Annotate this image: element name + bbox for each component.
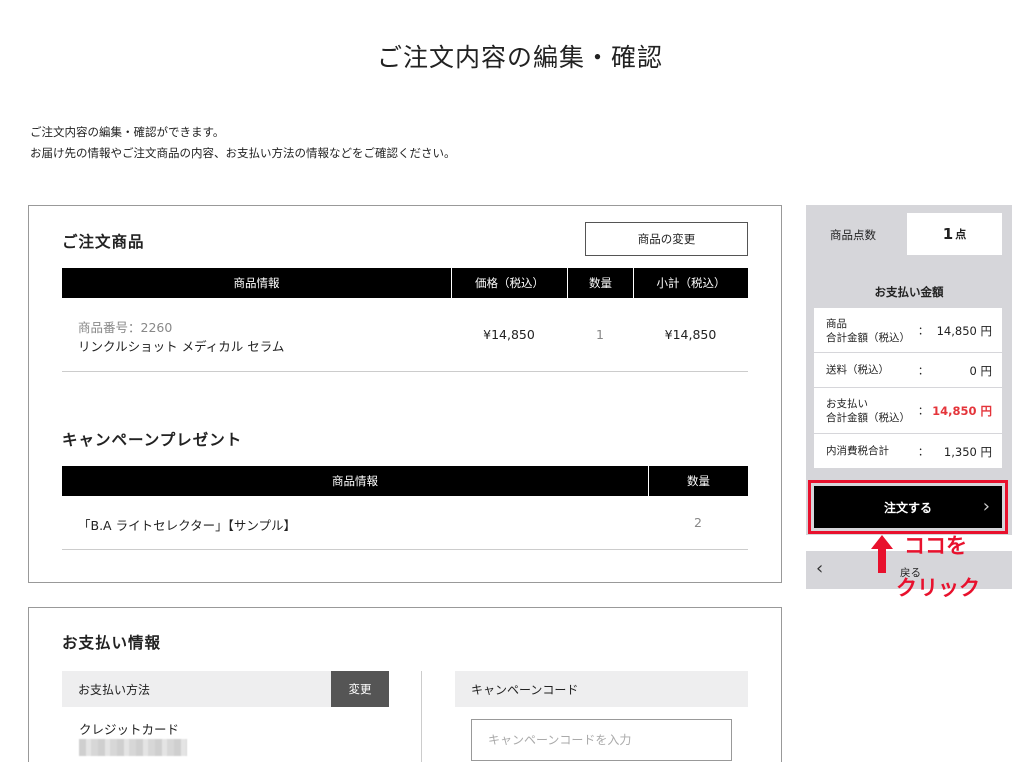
summary-colon: ： xyxy=(918,365,929,377)
order-items-panel: ご注文商品 商品の変更 商品情報 価格（税込） 数量 小計（税込） 商品番号：2… xyxy=(28,205,782,583)
campaign-product-name: 「B.A ライトセレクター」【サンプル】 xyxy=(78,518,296,533)
payment-amount-heading: お支払い金額 xyxy=(874,285,944,299)
annotation-text-line-1: ココを xyxy=(904,534,967,558)
summary-row-total: お支払い 合計金額（税込） ： 14,850 円 xyxy=(814,388,1002,433)
summary-shipping-value: 0 円 xyxy=(969,364,992,378)
chevron-right-icon: › xyxy=(982,496,990,517)
summary-colon: ： xyxy=(918,405,929,417)
item-count-unit: 点 xyxy=(955,228,967,241)
intro-line-2: お届け先の情報やご注文商品の内容、お支払い方法の情報などをご確認ください。 xyxy=(30,146,456,160)
campaign-title: キャンペーンプレゼント xyxy=(62,431,243,449)
intro-text: ご注文内容の編集・確認ができます。 お届け先の情報やご注文商品の内容、お支払い方… xyxy=(30,122,456,164)
summary-colon: ： xyxy=(918,446,929,458)
campaign-table-header: 商品情報 数量 xyxy=(62,466,748,496)
annotation-text-line-2: クリック xyxy=(896,576,980,600)
summary-label: お支払い 合計金額（税込） xyxy=(826,397,910,425)
summary-row-tax: 内消費税合計 ： 1,350 円 xyxy=(814,434,1002,468)
payment-divider xyxy=(421,671,422,762)
chevron-left-icon: ‹ xyxy=(816,558,824,579)
col-campaign-product: 商品情報 xyxy=(332,474,378,488)
summary-label-line: お支払い xyxy=(826,398,868,410)
item-count-box: 1 点 xyxy=(907,213,1002,255)
row-divider xyxy=(62,371,748,372)
summary-subtotal-value: 14,850 円 xyxy=(936,324,992,338)
annotation-arrow-icon xyxy=(871,535,893,573)
change-items-button[interactable]: 商品の変更 xyxy=(585,222,748,256)
masked-card-number xyxy=(79,739,187,756)
col-subtotal: 小計（税込） xyxy=(633,268,748,298)
campaign-code-header: キャンペーンコード xyxy=(455,671,748,707)
col-qty: 数量 xyxy=(567,268,633,298)
campaign-code-input[interactable] xyxy=(471,719,732,761)
product-qty: 1 xyxy=(596,327,604,342)
product-name: リンクルショット メディカル セラム xyxy=(78,339,285,354)
product-price: ¥14,850 xyxy=(483,327,535,342)
place-order-label: 注文する xyxy=(883,500,932,515)
row-divider xyxy=(62,549,748,550)
page-title: ご注文内容の編集・確認 xyxy=(376,43,663,72)
summary-label: 送料（税込） xyxy=(826,364,889,376)
change-payment-button[interactable]: 変更 xyxy=(331,671,389,707)
product-subtotal: ¥14,850 xyxy=(664,327,717,342)
order-items-title: ご注文商品 xyxy=(62,233,145,251)
summary-total-value: 14,850 円 xyxy=(932,404,992,418)
summary-tax-value: 1,350 円 xyxy=(943,445,992,459)
order-table-header: 商品情報 価格（税込） 数量 小計（税込） xyxy=(62,268,748,298)
col-campaign-qty: 数量 xyxy=(648,466,748,496)
payment-method-value: クレジットカード xyxy=(79,722,180,737)
summary-label-line: 合計金額（税込） xyxy=(826,332,910,344)
payment-method-label: お支払い方法 xyxy=(78,682,151,697)
campaign-code-label: キャンペーンコード xyxy=(471,682,579,697)
summary-label-line: 合計金額（税込） xyxy=(826,412,910,424)
campaign-product-qty: 2 xyxy=(694,515,702,530)
payment-info-title: お支払い情報 xyxy=(62,634,162,652)
intro-line-1: ご注文内容の編集・確認ができます。 xyxy=(30,125,225,139)
summary-label: 商品 合計金額（税込） xyxy=(826,317,910,345)
product-number: 商品番号：2260 xyxy=(78,320,173,335)
item-count-label: 商品点数 xyxy=(830,228,876,242)
col-price: 価格（税込） xyxy=(451,268,567,298)
item-count-value: 1 xyxy=(942,225,954,243)
place-order-button[interactable]: 注文する › xyxy=(814,486,1002,528)
summary-row-shipping: 送料（税込） ： 0 円 xyxy=(814,353,1002,387)
col-product-info: 商品情報 xyxy=(233,276,280,290)
summary-row-subtotal: 商品 合計金額（税込） ： 14,850 円 xyxy=(814,308,1002,352)
summary-label-line: 商品 xyxy=(826,318,847,330)
summary-label: 内消費税合計 xyxy=(826,445,889,457)
summary-colon: ： xyxy=(918,325,929,337)
